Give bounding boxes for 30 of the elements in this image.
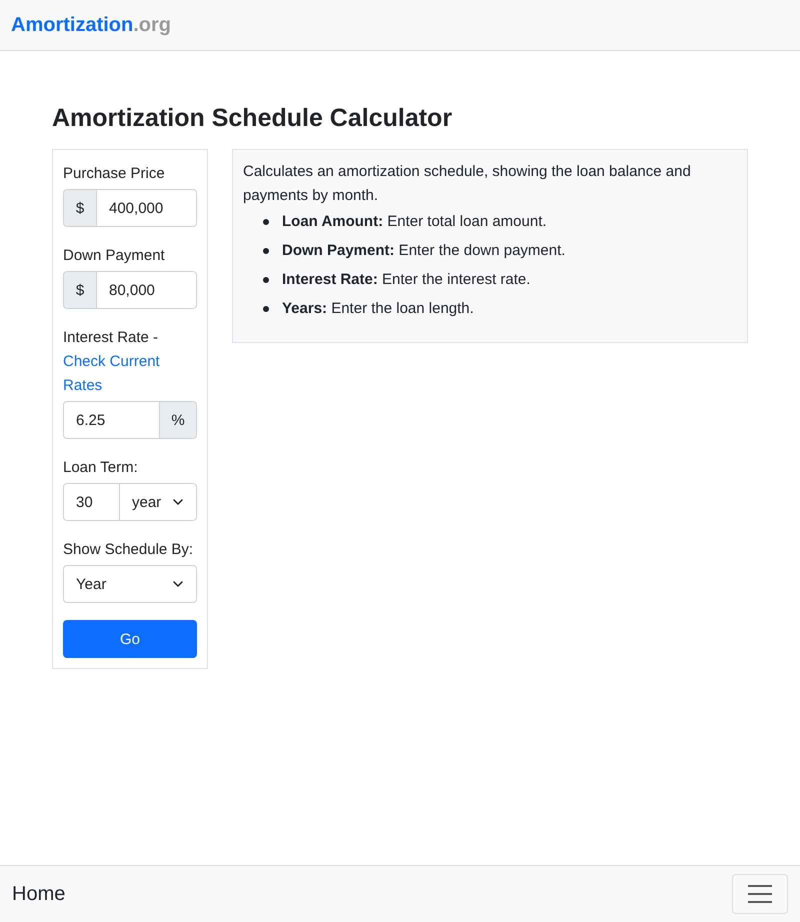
bullet-icon bbox=[263, 248, 269, 254]
field-label: Show Schedule By: bbox=[63, 541, 194, 558]
field-label: Purchase Price bbox=[63, 165, 165, 182]
menu-button[interactable] bbox=[732, 874, 788, 914]
bullet-icon bbox=[263, 277, 269, 283]
percent-addon: % bbox=[159, 401, 197, 439]
page-title: Amortization Schedule Calculator bbox=[52, 103, 454, 134]
input-field[interactable]: 400,000 bbox=[97, 189, 197, 227]
currency-addon: $ bbox=[63, 189, 97, 227]
go-button[interactable]: Go bbox=[63, 620, 197, 658]
input-field[interactable]: 80,000 bbox=[97, 271, 197, 309]
field-label: Loan Term: bbox=[63, 459, 138, 476]
instruction-text: Years: Enter the loan length. bbox=[282, 299, 474, 319]
schedule-select[interactable]: Year bbox=[63, 565, 197, 603]
unit-select[interactable]: year bbox=[119, 483, 197, 521]
instruction-text: Interest Rate: Enter the interest rate. bbox=[282, 270, 530, 290]
site-logo[interactable]: Amortization.org bbox=[11, 14, 171, 36]
description-text: Calculates an amortization schedule, showing the loan balance and payments by month. bbox=[243, 162, 692, 206]
rates-link[interactable]: Check Current Rates bbox=[63, 350, 197, 398]
currency-addon: $ bbox=[63, 271, 97, 309]
input-field[interactable]: 6.25 bbox=[63, 401, 159, 439]
instruction-text: Down Payment: Enter the down payment. bbox=[282, 241, 566, 261]
bullet-icon bbox=[263, 306, 269, 312]
field-label: Down Payment bbox=[63, 247, 165, 264]
instruction-text: Loan Amount: Enter total loan amount. bbox=[282, 212, 547, 232]
menu-icon bbox=[747, 884, 773, 904]
input-field[interactable]: 30 bbox=[63, 483, 119, 521]
field-label: Interest Rate - bbox=[63, 329, 158, 346]
home-link[interactable]: Home bbox=[12, 882, 66, 906]
bullet-icon bbox=[263, 219, 269, 225]
